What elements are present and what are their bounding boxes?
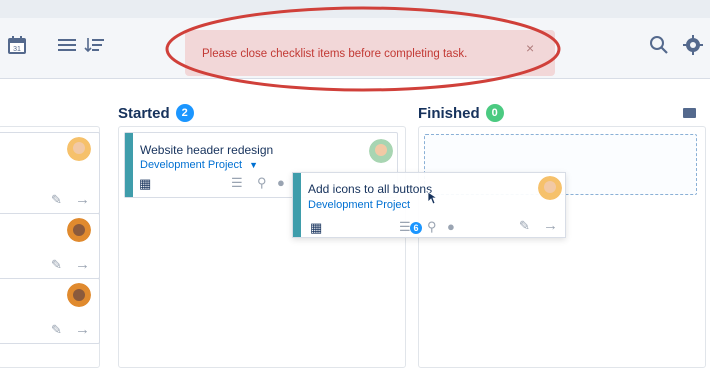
pencil-icon[interactable]: ✎ — [519, 219, 530, 232]
comment-icon[interactable]: ● — [447, 220, 455, 233]
arrow-right-icon[interactable]: → — [75, 192, 90, 207]
count-badge: 0 — [485, 104, 504, 122]
pencil-icon[interactable]: ✎ — [51, 258, 62, 271]
calendar-icon[interactable]: ▦ — [139, 177, 151, 190]
arrow-right-icon[interactable]: → — [543, 218, 558, 233]
arrow-right-icon[interactable]: → — [75, 322, 90, 337]
search-icon — [650, 36, 668, 54]
paperclip-icon[interactable]: ⚲ — [257, 176, 267, 189]
annotation-ellipse — [165, 6, 561, 92]
checklist-icon[interactable]: ☰ — [399, 220, 411, 233]
card-project-link[interactable]: Development Project ▼ — [140, 159, 258, 171]
task-card[interactable]: ✎ → — [0, 132, 100, 214]
card-title: Add icons to all buttons — [308, 182, 433, 196]
gear-icon — [683, 35, 703, 55]
sort-button[interactable] — [82, 32, 108, 58]
column-title-text: Finished — [418, 104, 480, 122]
card-accent-bar — [293, 173, 301, 237]
chevron-down-icon[interactable]: ▼ — [249, 160, 258, 170]
calendar-icon: 31 — [8, 36, 26, 54]
checklist-icon[interactable]: ☰ — [231, 176, 243, 189]
card-accent-bar — [125, 133, 133, 197]
checklist-count-badge: 6 — [410, 222, 422, 234]
archive-icon[interactable] — [683, 108, 696, 118]
card-project-link[interactable]: Development Project — [308, 199, 410, 211]
sort-icon — [84, 38, 104, 53]
avatar — [67, 283, 91, 307]
project-name: Development Project — [308, 199, 411, 211]
task-card[interactable]: ✎ → — [0, 278, 100, 344]
calendar-icon[interactable]: ▦ — [310, 221, 322, 234]
project-name: Development Project — [140, 159, 243, 171]
avatar — [538, 176, 562, 200]
column-title-started: Started 2 — [118, 104, 194, 122]
column-title-finished: Finished 0 — [418, 104, 504, 122]
search-button[interactable] — [646, 32, 672, 58]
avatar — [67, 137, 91, 161]
avatar — [67, 218, 91, 242]
settings-button[interactable] — [680, 32, 706, 58]
svg-text:31: 31 — [13, 46, 21, 53]
calendar-view-button[interactable]: 31 — [4, 32, 30, 58]
pencil-icon[interactable]: ✎ — [51, 323, 62, 336]
arrow-right-icon[interactable]: → — [75, 257, 90, 272]
task-card-dragging[interactable]: Add icons to all buttons Development Pro… — [292, 172, 566, 238]
cursor-icon — [427, 191, 439, 205]
pencil-icon[interactable]: ✎ — [51, 193, 62, 206]
paperclip-icon[interactable]: ⚲ — [427, 220, 437, 233]
avatar — [369, 139, 393, 163]
list-view-button[interactable] — [54, 32, 80, 58]
column-title-text: Started — [118, 104, 170, 122]
comment-icon[interactable]: ● — [277, 176, 285, 189]
card-title: Website header redesign — [140, 143, 274, 157]
list-icon — [58, 39, 76, 51]
task-card[interactable]: ✎ → — [0, 213, 100, 279]
count-badge: 2 — [175, 104, 194, 122]
